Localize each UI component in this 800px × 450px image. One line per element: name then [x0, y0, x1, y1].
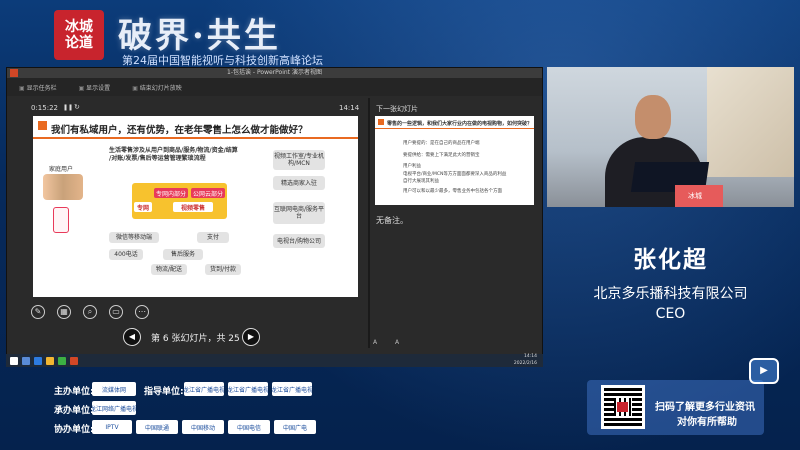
co-logo: 中国广电 [274, 420, 316, 434]
guide-logo: 黑龙江省广播电视局 [184, 382, 224, 396]
elapsed-timer: 0:15:22 [31, 104, 58, 112]
slide-box-ecommerce: 互联网电商/服务平台 [273, 202, 325, 224]
powerpoint-icon [10, 69, 18, 77]
powerpoint-taskbar-icon[interactable] [70, 356, 78, 365]
speaker-head [635, 95, 671, 139]
show-taskbar-button[interactable]: 显示任务栏 [19, 83, 57, 92]
wechat-icon[interactable] [58, 356, 66, 365]
slide-box-wechat: 微信等移动端 [109, 232, 159, 243]
slide-box-logistics: 物流/配送 [151, 264, 187, 275]
taskbar-clock: 14:14 2022/2/16 [514, 354, 537, 367]
family-label: 家庭用户 [49, 166, 74, 173]
pause-icon[interactable]: ❚❚ [63, 104, 73, 111]
logo-text-top: 冰城 [65, 19, 93, 35]
video-retail-box: 视频零售 [173, 202, 213, 212]
pen-icon[interactable]: ✎ [31, 305, 45, 319]
previous-slide-button[interactable]: ◀ [123, 328, 141, 346]
more-icon[interactable]: ⋯ [135, 305, 149, 319]
next-slide-line: 用户利益 [403, 164, 421, 169]
slide-title: 我们有私域用户，还有优势，在老年零售上怎么做才能做好？ [51, 125, 308, 136]
slide-box-aftersales: 售后服务 [163, 249, 203, 260]
organizer-label: 承办单位: [54, 406, 94, 416]
slide-box-hotline: 400电话 [109, 249, 143, 260]
search-icon[interactable] [22, 356, 30, 365]
presenter-tools: ✎ ▦ ⌕ ▭ ⋯ [31, 305, 149, 319]
zoom-icon[interactable]: ⌕ [83, 305, 97, 319]
edge-icon[interactable] [34, 356, 42, 365]
next-slide-button[interactable]: ▶ [242, 328, 260, 346]
qr-caption-1: 扫码了解更多行业资讯 [655, 402, 755, 413]
guide-label: 指导单位: [144, 387, 184, 397]
slide-divider [33, 137, 358, 139]
slide-box-payment: 支付 [197, 232, 229, 243]
host-label: 主办单位: [54, 387, 94, 397]
private-net-label: 专网内部分 [154, 188, 188, 198]
next-slide-tag-icon [378, 119, 384, 125]
window-title: 1-包括诶 - PowerPoint 演示者视图 [227, 69, 322, 76]
presenter-screen: 1-包括诶 - PowerPoint 演示者视图 显示任务栏 显示设置 结束幻灯… [6, 67, 543, 367]
private-net-box: 专网 [134, 202, 152, 212]
next-slide-line: 用户可以和以最少最多，零售业务中包括各个方面 [403, 189, 502, 194]
speaker-role: CEO [655, 306, 686, 322]
co-label: 协办单位: [54, 425, 94, 435]
windows-taskbar: 14:14 2022/2/16 [6, 354, 543, 367]
event-logo: 冰城 论道 [54, 10, 104, 60]
slide-tag-icon [38, 121, 47, 130]
banner-subtitle: 第24届中国智能视听与科技创新高峰论坛 [122, 54, 323, 67]
banner-title: 破界·共生 [118, 16, 281, 56]
slide-header-line-2: /对账/发票/售后等运营管理繁琐流程 [109, 155, 206, 162]
slide-counter: 第 6 张幻灯片，共 25 张 [151, 334, 252, 344]
reset-icon[interactable]: ↻ [74, 103, 80, 111]
display-settings-button[interactable]: 显示设置 [79, 83, 110, 92]
co-logo: 中国移动 [182, 420, 224, 434]
podium-mark: 冰城 [688, 192, 702, 200]
next-slide-line: 用户要提的：是在自己的商品在用户端 [403, 141, 480, 146]
font-increase-button[interactable]: A [373, 339, 377, 346]
speaker-name: 张化超 [633, 247, 708, 273]
font-decrease-button[interactable]: A [395, 339, 399, 346]
next-slide-label: 下一张幻灯片 [376, 105, 418, 113]
family-image [43, 174, 83, 200]
next-slide-line: 要提供给：需要上下满足此大的营销宝 [403, 153, 480, 158]
speaker-notes[interactable]: 无备注。 [376, 215, 408, 226]
tv-icon[interactable]: ▶ [749, 358, 779, 384]
qr-caption-2: 对你有所帮助 [677, 417, 737, 428]
start-icon[interactable] [10, 356, 18, 365]
co-logo: 中国电信 [228, 420, 270, 434]
next-slide-divider [375, 128, 534, 129]
next-slide-line: 电视平台/商业/MCN等方方面面都要深入商品的利益 [403, 172, 507, 177]
current-slide[interactable]: 我们有私域用户，还有优势，在老年零售上怎么做才能做好？ 生活零售涉及从用户到商品… [33, 116, 358, 297]
public-cloud-label: 公网云部分 [191, 188, 225, 198]
window-titlebar: 1-包括诶 - PowerPoint 演示者视图 [7, 68, 542, 78]
qr-logo [617, 402, 628, 412]
clock: 14:14 [339, 104, 360, 112]
explorer-icon[interactable] [46, 356, 54, 365]
presenter-toolbar: 显示任务栏 显示设置 结束幻灯片放映 [7, 78, 542, 96]
phone-icon [53, 207, 69, 233]
pane-divider[interactable] [368, 98, 370, 348]
subtitle-icon[interactable]: ▭ [109, 305, 123, 319]
slide-box-tv-station: 电视台/购物公司 [273, 234, 325, 248]
speaker-video: 冰城 [547, 67, 794, 207]
backdrop-poster [707, 67, 794, 177]
host-logo: 流媒体网 [92, 382, 136, 396]
next-slide-line: 自行大展现其利益 [403, 179, 439, 184]
taskbar-date: 2022/2/16 [513, 360, 537, 366]
co-logo: 中国联通 [136, 420, 178, 434]
co-logo: IPTV [92, 420, 132, 434]
speaker-company: 北京多乐播科技有限公司 [593, 286, 748, 302]
next-slide-title: 零售的一些逻辑，和我们大家行业内在做的电视购物，如何突破？ [387, 121, 533, 127]
slide-box-mcn: 视频工作室/专业机构/MCN [273, 150, 325, 170]
organizer-logo: 黑龙江网络广播电视台 [92, 401, 136, 415]
slide-box-merchants: 精选商家入驻 [273, 176, 325, 190]
next-slide-preview[interactable]: 零售的一些逻辑，和我们大家行业内在做的电视购物，如何突破？ 用户要提的：是在自己… [375, 116, 534, 205]
grid-icon[interactable]: ▦ [57, 305, 71, 319]
logo-text-bottom: 论道 [65, 35, 93, 51]
end-slideshow-button[interactable]: 结束幻灯片放映 [132, 83, 182, 92]
guide-logo: 黑龙江省广播电视局 [272, 382, 312, 396]
slide-box-cod: 货到/付款 [205, 264, 241, 275]
guide-logo: 黑龙江省广播电视局 [228, 382, 268, 396]
